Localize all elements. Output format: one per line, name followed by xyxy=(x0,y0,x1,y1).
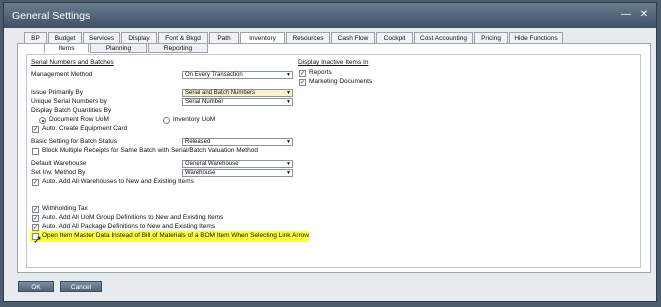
window-title: General Settings xyxy=(12,10,91,22)
cancel-button[interactable]: Cancel xyxy=(60,281,102,292)
chevron-down-icon: ▼ xyxy=(286,139,291,145)
tab-resources[interactable]: Resources xyxy=(286,32,330,43)
issue-primarily-label: Issue Primarily By xyxy=(31,89,84,96)
auto-add-package-label: Auto. Add All Package Definitions to New… xyxy=(42,223,216,230)
reports-label: Reports xyxy=(309,69,332,76)
unique-serial-select[interactable]: Serial Number ▼ xyxy=(182,98,293,106)
display-inactive-heading: Display Inactive Items In xyxy=(298,59,369,66)
auto-add-uom-label: Auto. Add All UoM Group Definitions to N… xyxy=(42,214,224,221)
subtab-planning[interactable]: Planning xyxy=(90,43,147,53)
auto-add-package-checkbox[interactable]: ✓ xyxy=(32,224,39,231)
tab-cost-accounting[interactable]: Cost Accounting xyxy=(414,32,473,43)
tab-pricing[interactable]: Pricing xyxy=(474,32,508,43)
open-item-master-label: Open Item Master Data Instead of Bill of… xyxy=(42,232,309,239)
block-multiple-checkbox[interactable] xyxy=(32,148,39,155)
general-settings-window: General Settings — ✕ BP Budget Services … xyxy=(3,2,657,302)
auto-add-warehouses-checkbox[interactable]: ✓ xyxy=(32,179,39,186)
ok-button[interactable]: OK xyxy=(18,281,54,292)
tab-display[interactable]: Display xyxy=(121,32,157,43)
basic-setting-value: Released xyxy=(185,139,211,145)
radio-document-row-label: Document Row UoM xyxy=(49,116,109,123)
block-multiple-label: Block Multiple Receipts for Same Batch w… xyxy=(42,147,258,154)
tab-services[interactable]: Services xyxy=(83,32,120,43)
unique-serial-value: Serial Number xyxy=(185,99,224,105)
tab-path[interactable]: Path xyxy=(209,32,239,43)
sub-tab-strip: Items Planning Reporting xyxy=(44,43,209,53)
radio-inventory-label: Inventory UoM xyxy=(173,116,216,123)
default-warehouse-value: General Warehouse xyxy=(185,161,239,167)
auto-create-equipment-checkbox[interactable]: ✓ xyxy=(32,126,39,133)
chevron-down-icon: ▼ xyxy=(286,72,291,78)
withholding-tax-label: Withholding Tax xyxy=(42,205,88,212)
mouse-cursor-icon: ➚ xyxy=(33,234,43,246)
tab-budget[interactable]: Budget xyxy=(48,32,82,43)
mgmt-method-select[interactable]: On Every Transaction ▼ xyxy=(182,71,293,79)
subtab-reporting[interactable]: Reporting xyxy=(148,43,208,53)
basic-setting-select[interactable]: Released ▼ xyxy=(182,138,293,146)
close-icon[interactable]: ✕ xyxy=(638,9,650,21)
mgmt-method-value: On Every Transaction xyxy=(185,72,243,78)
tab-font-bkgd[interactable]: Font & Bkgd xyxy=(158,32,208,43)
basic-setting-label: Basic Setting for Batch Status xyxy=(31,138,117,145)
chevron-down-icon: ▼ xyxy=(286,99,291,105)
chevron-down-icon: ▼ xyxy=(286,90,291,96)
set-inv-method-label: Set Inv. Method By xyxy=(31,169,86,176)
reports-checkbox[interactable]: ✓ xyxy=(299,70,306,77)
marketing-docs-label: Marketing Documents xyxy=(309,78,373,85)
default-warehouse-label: Default Warehouse xyxy=(31,160,87,167)
set-inv-method-value: Warehouse xyxy=(185,170,216,176)
tab-hide-functions[interactable]: Hide Functions xyxy=(509,32,563,43)
auto-create-equipment-label: Auto. Create Equipment Card xyxy=(42,125,128,132)
serial-section-heading: Serial Numbers and Batches xyxy=(31,59,114,66)
tab-cash-flow[interactable]: Cash Flow xyxy=(331,32,375,43)
auto-add-warehouses-label: Auto. Add All Warehouses to New and Exis… xyxy=(42,178,194,185)
minimize-icon[interactable]: — xyxy=(620,9,632,21)
auto-add-uom-checkbox[interactable]: ✓ xyxy=(32,215,39,222)
display-batch-label: Display Batch Quantities By xyxy=(31,107,112,114)
default-warehouse-select[interactable]: General Warehouse ▼ xyxy=(182,160,293,168)
unique-serial-label: Unique Serial Numbers by xyxy=(31,98,107,105)
issue-primarily-select[interactable]: Serial and Batch Numbers ▼ xyxy=(182,89,293,97)
tab-cockpit[interactable]: Cockpit xyxy=(376,32,413,43)
marketing-docs-checkbox[interactable]: ✓ xyxy=(299,79,306,86)
radio-inventory-uom[interactable] xyxy=(163,117,170,124)
issue-primarily-value: Serial and Batch Numbers xyxy=(185,90,256,96)
items-settings-area: Serial Numbers and Batches Management Me… xyxy=(26,54,641,268)
subtab-items[interactable]: Items xyxy=(44,43,89,53)
chevron-down-icon: ▼ xyxy=(286,161,291,167)
set-inv-method-select[interactable]: Warehouse ▼ xyxy=(182,169,293,177)
chevron-down-icon: ▼ xyxy=(286,170,291,176)
withholding-tax-checkbox[interactable]: ✓ xyxy=(32,206,39,213)
inventory-panel: Items Planning Reporting Serial Numbers … xyxy=(17,43,651,273)
mgmt-method-label: Management Method xyxy=(31,71,93,78)
tab-bp[interactable]: BP xyxy=(24,32,47,43)
radio-document-row-uom[interactable] xyxy=(39,117,46,124)
title-bar[interactable]: General Settings — ✕ xyxy=(4,3,656,28)
